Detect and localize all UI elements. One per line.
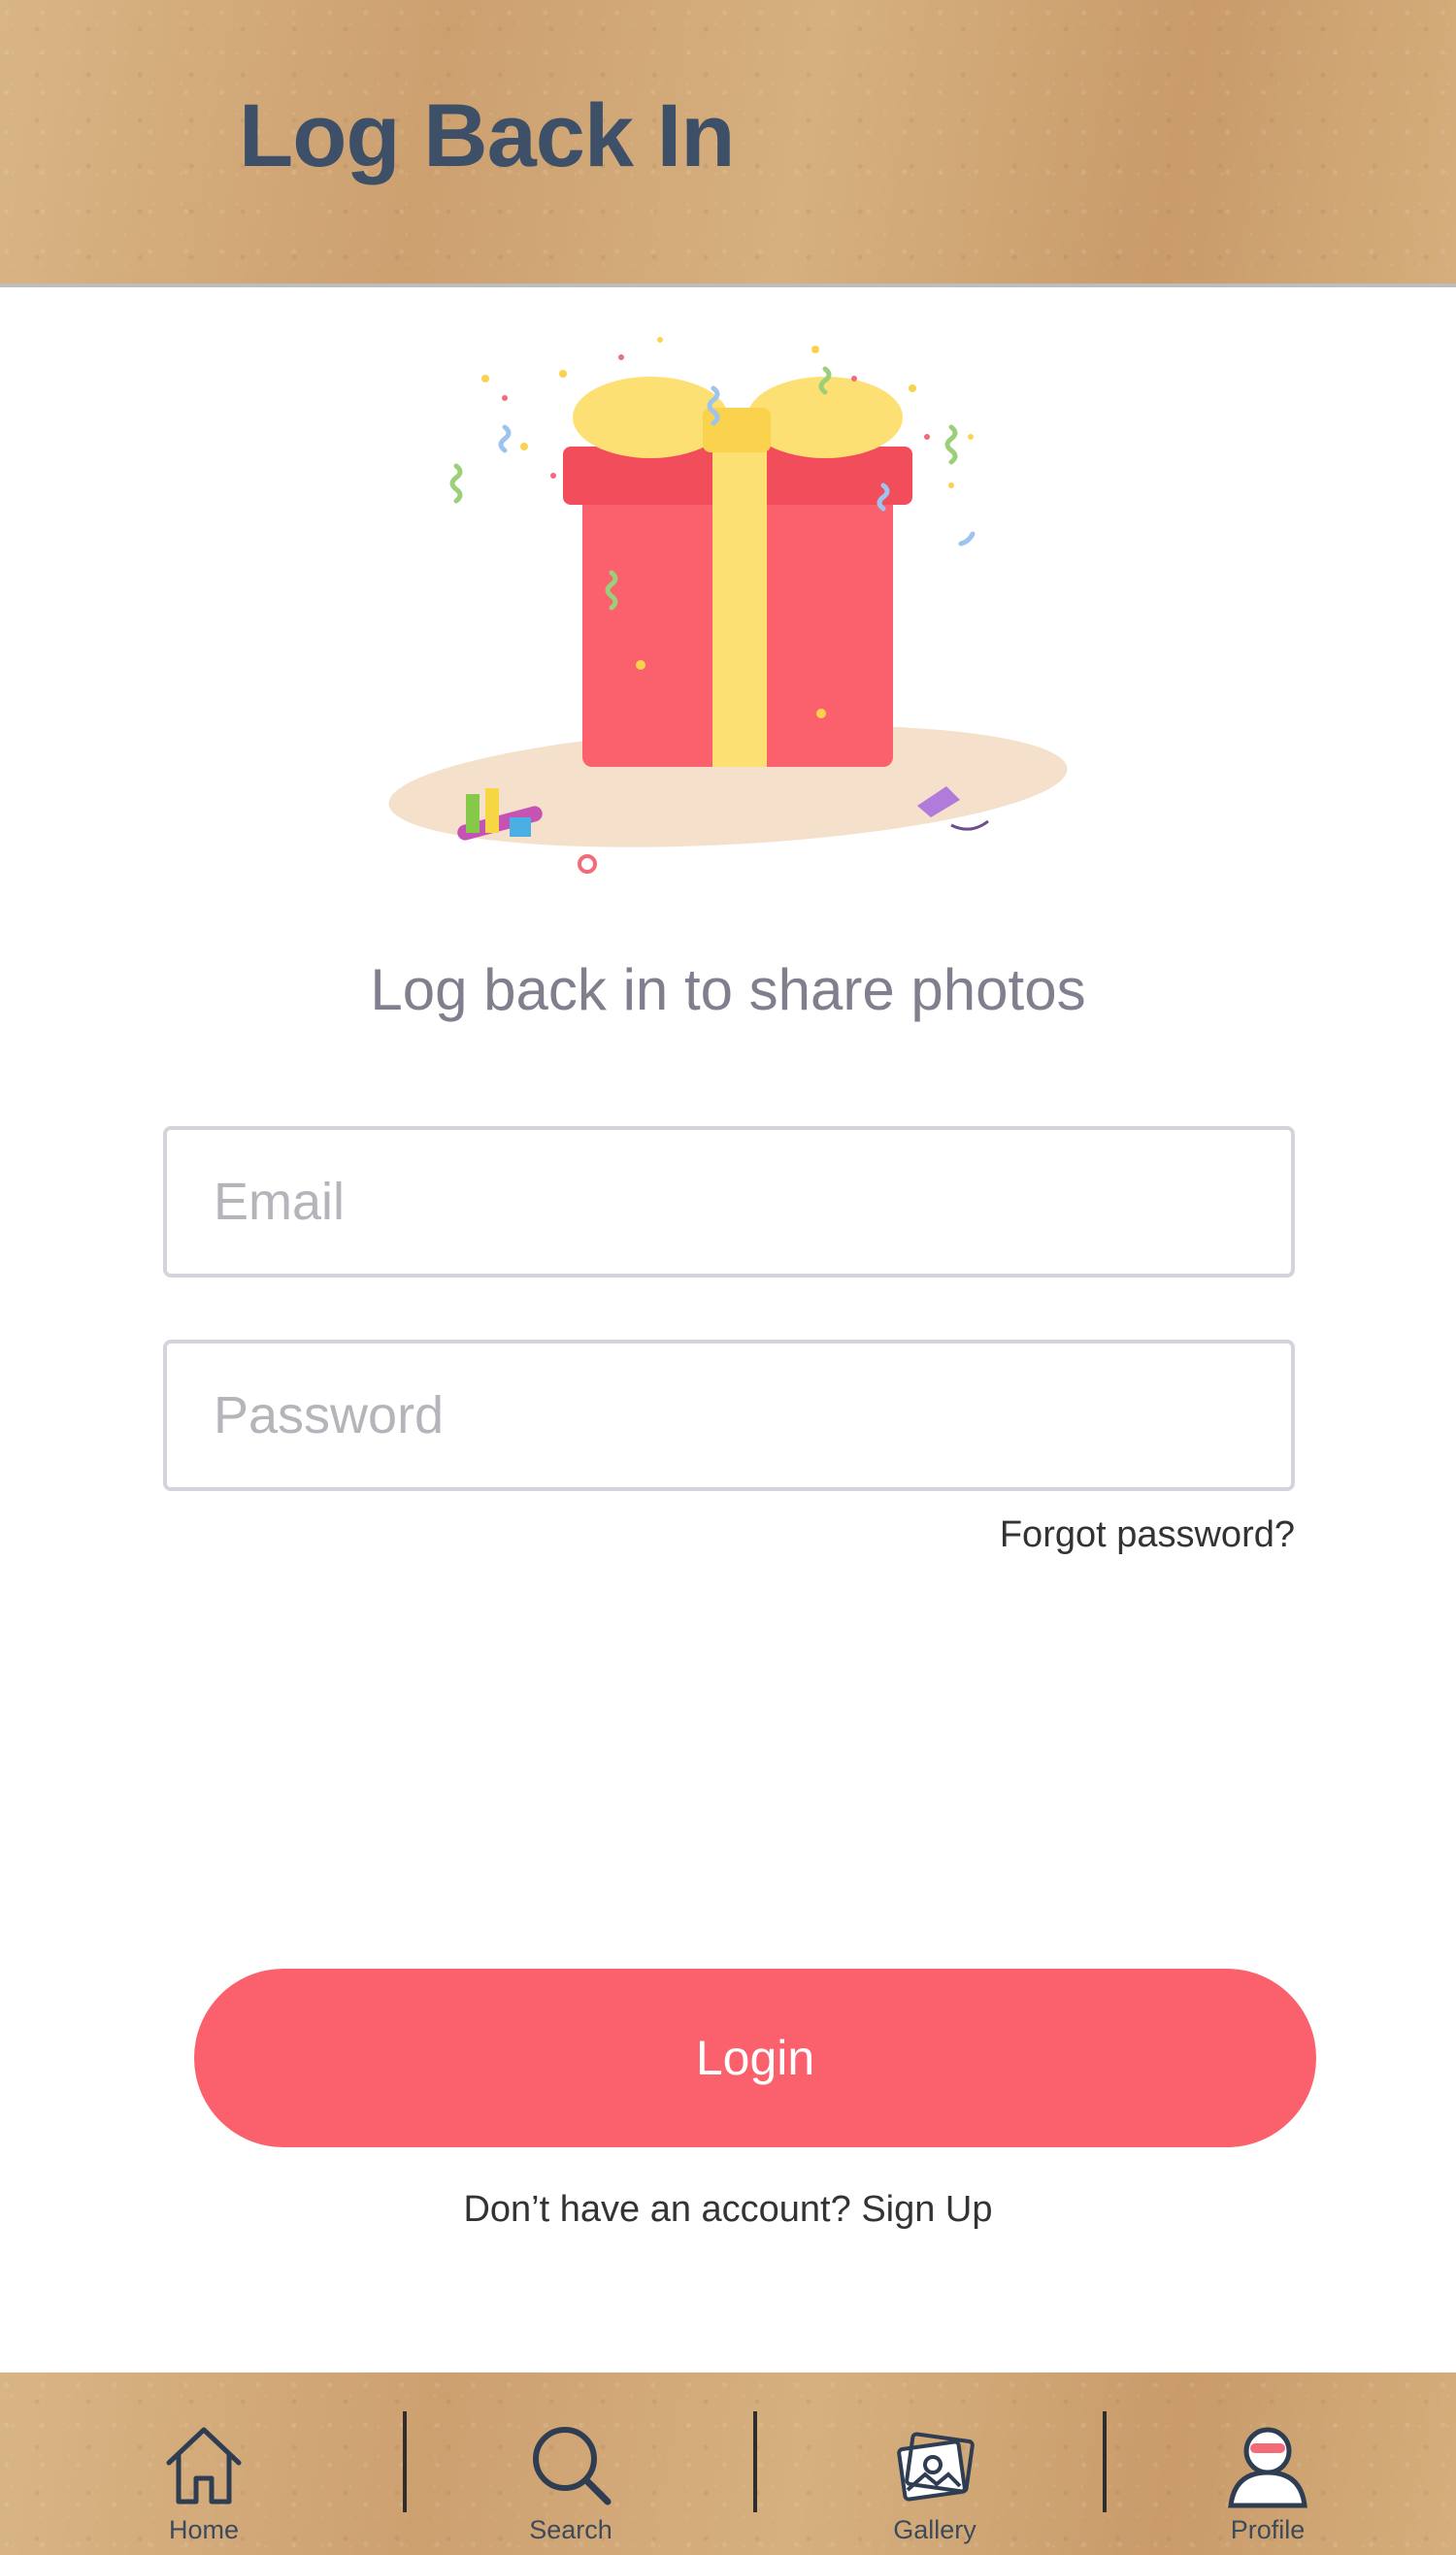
login-button[interactable]: Login [194,1969,1316,2147]
signup-prompt-row: Don’t have an account? Sign Up [0,2189,1456,2231]
header-bar: Log Back In [0,0,1456,287]
tab-divider [403,2411,407,2512]
home-icon [166,2427,242,2505]
page-title: Log Back In [239,86,735,185]
signup-link[interactable]: Sign Up [861,2189,992,2230]
tab-search[interactable]: Search [464,2372,678,2555]
gift-illustration [388,337,1068,874]
tab-profile[interactable]: Profile [1161,2372,1374,2555]
bottom-tab-bar: Home Search Gallery Profile [0,2372,1456,2555]
tab-home[interactable]: Home [97,2372,311,2555]
profile-avatar-icon [1228,2427,1307,2508]
tab-search-label: Search [529,2515,612,2544]
tab-gallery[interactable]: Gallery [828,2372,1042,2555]
search-icon [533,2427,612,2505]
password-field[interactable] [163,1340,1295,1491]
tab-gallery-label: Gallery [893,2515,976,2544]
signup-prompt-text: Don’t have an account? [463,2189,851,2230]
gallery-icon [897,2432,975,2502]
tab-home-label: Home [168,2515,240,2544]
forgot-password-link[interactable]: Forgot password? [1000,1514,1295,1556]
tab-profile-label: Profile [1230,2515,1306,2544]
tab-divider [1103,2411,1107,2512]
email-field[interactable] [163,1126,1295,1278]
tab-divider [753,2411,757,2512]
login-subtitle: Log back in to share photos [370,957,1086,1022]
